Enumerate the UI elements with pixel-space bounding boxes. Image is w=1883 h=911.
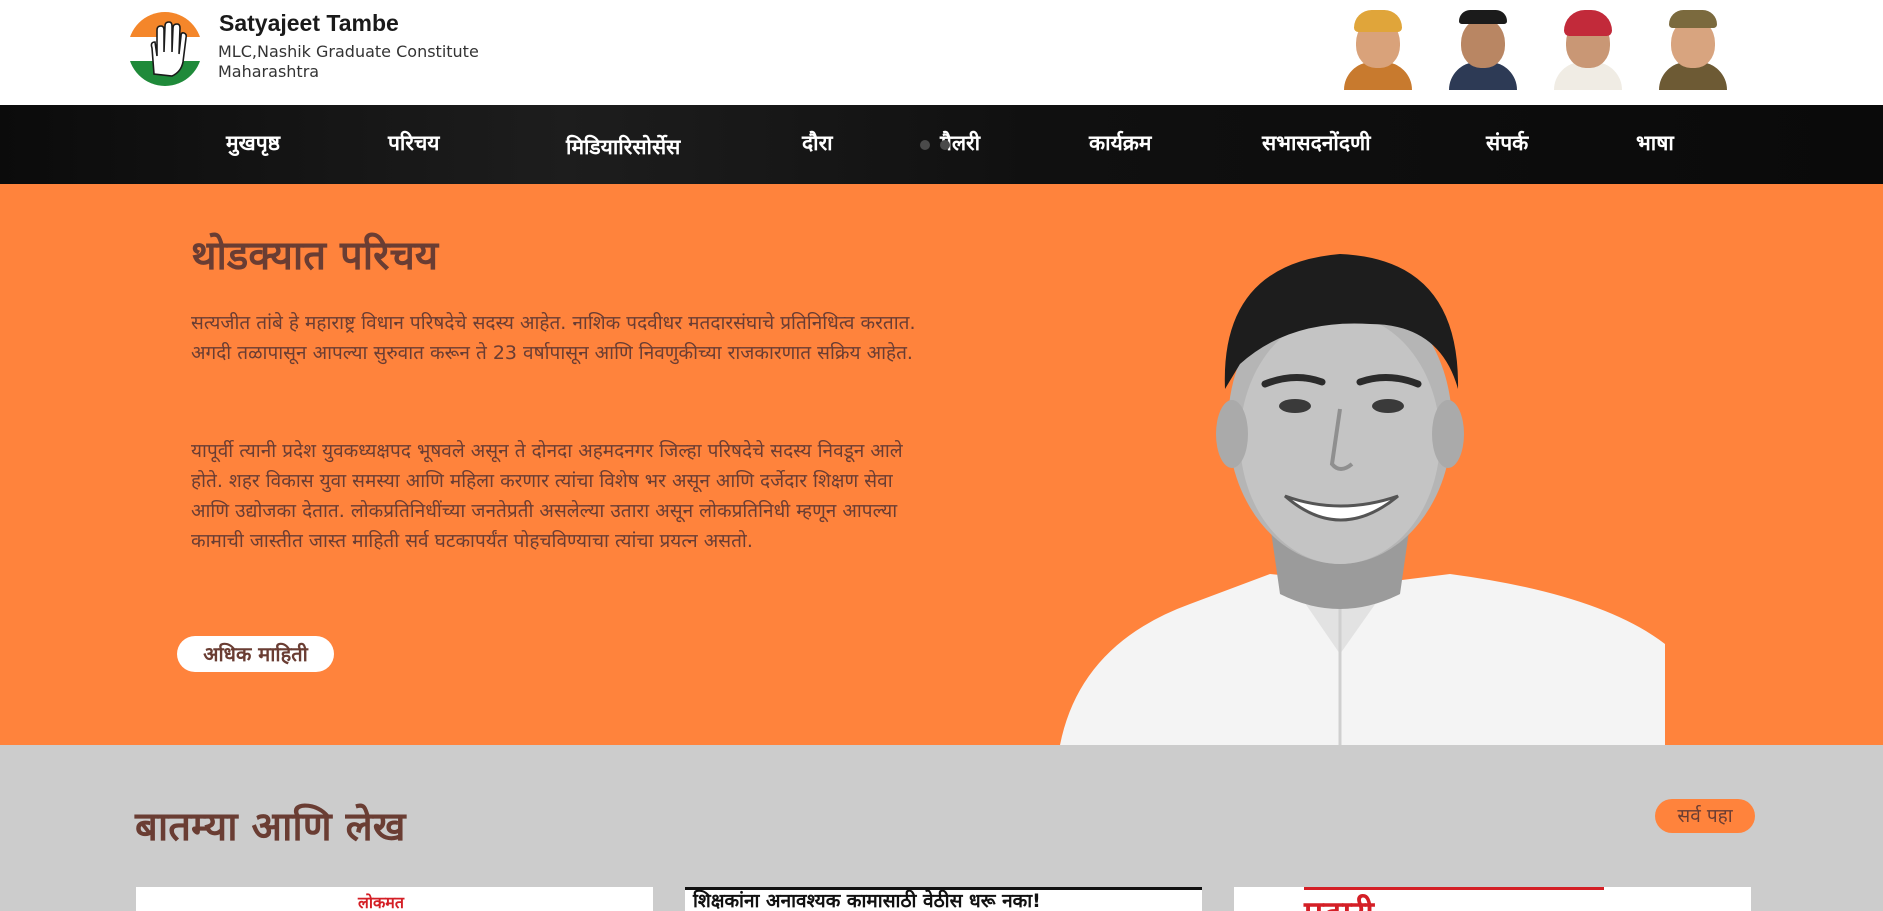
news-card-3[interactable]: पुढारी bbox=[1234, 887, 1751, 911]
leader-portrait-3 bbox=[1548, 6, 1628, 90]
intro-section: थोडक्यात परिचय सत्यजीत तांबे हे महाराष्ट… bbox=[0, 184, 1883, 745]
nav-item-events[interactable]: कार्यक्रम bbox=[1089, 129, 1151, 157]
leader-portraits bbox=[1338, 6, 1748, 90]
site-subtitle: MLC,Nashik Graduate Constitute Maharasht… bbox=[218, 42, 479, 81]
nav-item-contact[interactable]: संपर्क bbox=[1486, 129, 1528, 157]
nav-item-language[interactable]: भाषा bbox=[1636, 129, 1674, 157]
leader-portrait-2 bbox=[1443, 6, 1523, 90]
intro-paragraph-2: यापूर्वी त्यानी प्रदेश युवकध्यक्षपद भूषव… bbox=[191, 440, 903, 552]
nav-item-home[interactable]: मुखपृष्ठ bbox=[226, 129, 280, 157]
nav-item-tour[interactable]: दौरा bbox=[802, 129, 833, 157]
nav-item-media-resources[interactable]: मिडियारिसोर्सेस bbox=[566, 133, 680, 161]
party-hand-logo-icon[interactable] bbox=[128, 12, 202, 86]
leader-portrait-4 bbox=[1653, 6, 1733, 90]
news-card-masthead: लोकमत bbox=[358, 893, 404, 911]
view-all-button[interactable]: सर्व पहा bbox=[1655, 799, 1755, 833]
intro-title: थोडक्यात परिचय bbox=[191, 233, 439, 279]
leader-portrait-1 bbox=[1338, 6, 1418, 90]
carousel-dot-1[interactable] bbox=[920, 140, 930, 150]
news-title: बातम्या आणि लेख bbox=[135, 804, 406, 850]
nav-item-about[interactable]: परिचय bbox=[388, 129, 439, 157]
news-card-2[interactable]: शिक्षकांना अनावश्यक कामासाठी वेठीस धरू न… bbox=[685, 887, 1202, 911]
news-section: बातम्या आणि लेख सर्व पहा लोकमत शिक्षकांन… bbox=[0, 745, 1883, 911]
site-name[interactable]: Satyajeet Tambe bbox=[219, 10, 399, 37]
news-card-1[interactable]: लोकमत bbox=[136, 887, 653, 911]
intro-paragraph-1: सत्यजीत तांबे हे महाराष्ट्र विधान परिषदे… bbox=[191, 312, 916, 364]
site-header: Satyajeet Tambe MLC,Nashik Graduate Cons… bbox=[0, 0, 1883, 105]
nav-item-membership[interactable]: सभासदनोंदणी bbox=[1262, 129, 1371, 157]
news-card-masthead: पुढारी bbox=[1304, 889, 1374, 911]
carousel-dot-2[interactable] bbox=[940, 140, 950, 150]
news-card-headline: शिक्षकांना अनावश्यक कामासाठी वेठीस धरू न… bbox=[693, 890, 1041, 911]
portrait-image bbox=[1060, 254, 1665, 745]
more-info-button[interactable]: अधिक माहिती bbox=[177, 636, 334, 672]
